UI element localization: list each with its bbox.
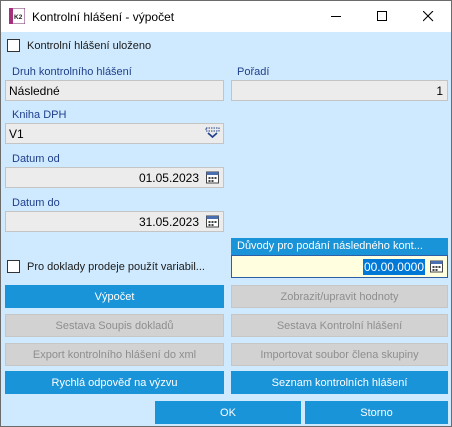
vat-book-value: V1 (9, 127, 24, 141)
dialog-body: Kontrolní hlášení uloženo Druh kontrolní… (1, 32, 451, 426)
order-value: 1 (436, 84, 443, 98)
dialog-window: K2 Kontrolní hlášení - výpočet Kontrolní… (0, 0, 452, 427)
title-bar[interactable]: K2 Kontrolní hlášení - výpočet (1, 1, 451, 32)
type-value: Následné (9, 84, 60, 98)
calendar-icon[interactable] (429, 259, 444, 274)
reason-date-input[interactable]: 00.00.0000 (231, 255, 448, 278)
maximize-button[interactable] (359, 1, 405, 32)
list-reports-button[interactable]: Seznam kontrolních hlášení (231, 371, 448, 394)
maximize-icon (377, 11, 387, 21)
saved-checkbox[interactable] (7, 39, 20, 52)
type-label: Druh kontrolního hlášení (12, 66, 132, 78)
order-field: 1 (231, 80, 448, 101)
minimize-icon (331, 16, 341, 17)
calendar-icon[interactable] (205, 170, 220, 185)
date-to-field[interactable]: 31.05.2023 (5, 211, 224, 232)
vat-book-label: Kniha DPH (12, 109, 67, 121)
ok-button[interactable]: OK (155, 401, 301, 424)
date-to-label: Datum do (12, 197, 60, 209)
close-icon (423, 11, 434, 22)
sales-variable-checkbox[interactable] (7, 260, 20, 273)
order-label: Pořadí (237, 66, 270, 78)
report-control-button[interactable]: Sestava Kontrolní hlášení (231, 314, 448, 337)
date-to-value: 31.05.2023 (138, 215, 199, 229)
type-field: Následné (5, 80, 224, 101)
sales-variable-checkbox-label: Pro doklady prodeje použít variabil... (27, 261, 205, 273)
export-xml-button[interactable]: Export kontrolního hlášení do xml (5, 343, 224, 366)
k2-app-icon: K2 (9, 8, 25, 24)
import-member-button[interactable]: Importovat soubor člena skupiny (231, 343, 448, 366)
cancel-button[interactable]: Storno (305, 401, 448, 424)
vat-book-select[interactable]: V1 (5, 123, 224, 144)
reason-panel-title: Důvody pro podání následného kont... (237, 240, 423, 252)
chevron-down-icon[interactable] (205, 126, 220, 141)
close-button[interactable] (405, 1, 451, 32)
report-documents-button[interactable]: Sestava Soupis dokladů (5, 314, 224, 337)
show-edit-values-button[interactable]: Zobrazit/upravit hodnoty (231, 285, 448, 308)
reason-date-value: 00.00.0000 (362, 259, 425, 275)
window-title: Kontrolní hlášení - výpočet (32, 10, 175, 24)
date-from-value: 01.05.2023 (138, 171, 199, 185)
quick-reply-button[interactable]: Rychlá odpověď na výzvu (5, 371, 224, 394)
date-from-field[interactable]: 01.05.2023 (5, 167, 224, 188)
reason-panel-header: Důvody pro podání následného kont... (231, 238, 448, 255)
calculate-button[interactable]: Výpočet (5, 285, 224, 308)
saved-checkbox-label: Kontrolní hlášení uloženo (27, 40, 152, 52)
svg-text:K2: K2 (14, 14, 23, 21)
date-from-label: Datum od (12, 153, 60, 165)
calendar-icon[interactable] (205, 214, 220, 229)
minimize-button[interactable] (313, 1, 359, 32)
